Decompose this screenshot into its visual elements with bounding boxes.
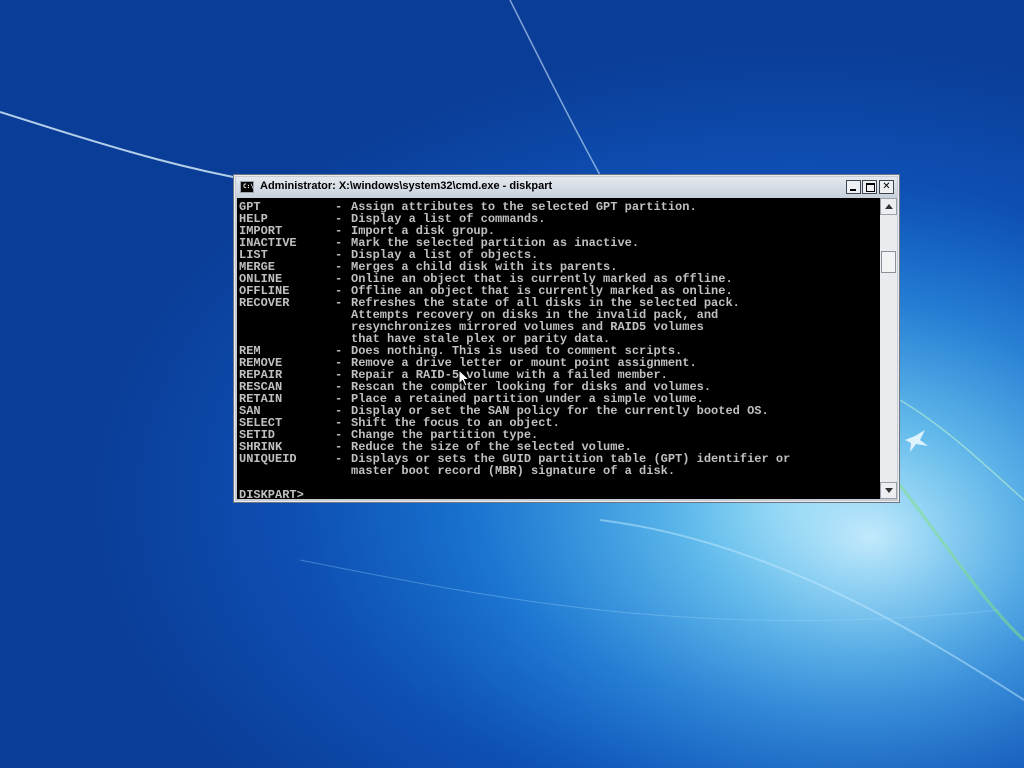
scroll-down-arrow-icon[interactable] — [880, 482, 897, 499]
scroll-thumb[interactable] — [881, 251, 896, 273]
command-description: master boot record (MBR) signature of a … — [351, 464, 676, 478]
separator-dash: - — [335, 452, 343, 466]
mouse-pointer-icon — [458, 369, 470, 387]
minimize-button[interactable] — [846, 180, 861, 194]
prompt-line[interactable]: DISKPART> — [239, 489, 320, 499]
diskpart-prompt: DISKPART> — [239, 488, 312, 499]
vertical-scrollbar[interactable] — [880, 198, 897, 499]
console-output[interactable]: GPT - Assign attributes to the selected GP… — [237, 198, 880, 499]
maximize-button[interactable] — [862, 180, 877, 194]
cmd-icon: C:\ — [240, 181, 254, 193]
cmd-window[interactable]: C:\ Administrator: X:\windows\system32\c… — [233, 174, 900, 503]
window-title: Administrator: X:\windows\system32\cmd.e… — [260, 180, 553, 192]
separator-dash: - — [335, 296, 343, 310]
title-bar[interactable]: C:\ Administrator: X:\windows\system32\c… — [236, 177, 897, 198]
command-name: RECOVER — [239, 296, 290, 310]
close-button[interactable] — [879, 180, 894, 194]
command-name: UNIQUEID — [239, 452, 297, 466]
console-line: master boot record (MBR) signature of a … — [239, 465, 675, 477]
scroll-up-arrow-icon[interactable] — [880, 198, 897, 215]
